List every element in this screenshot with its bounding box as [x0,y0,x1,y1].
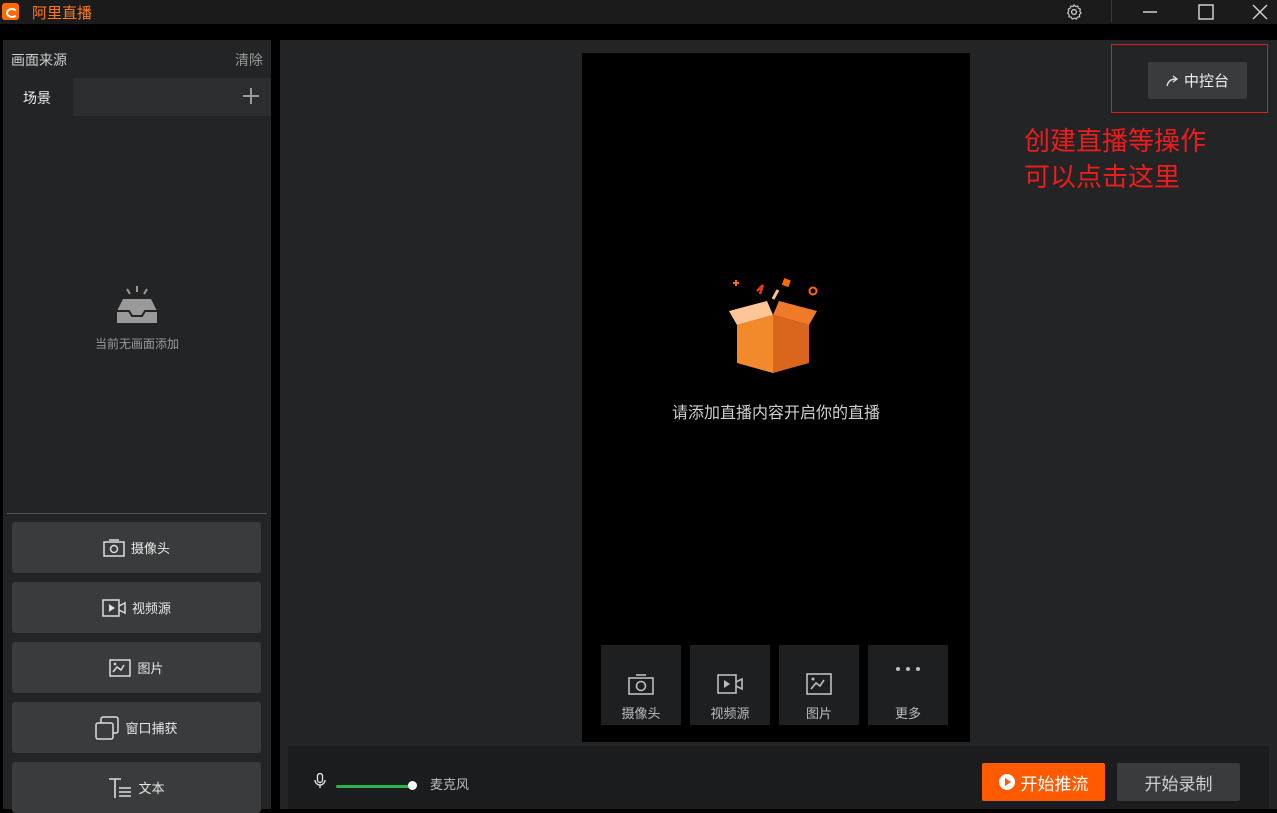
more-sources-label: 更多 [894,707,921,722]
camera-source-button[interactable]: 摄像头 [12,522,261,573]
window-capture-button[interactable]: 窗口捕获 [12,702,261,753]
minimize-icon [1143,11,1157,13]
video-source-icon [102,598,126,617]
empty-state: 当前无画面添加 [3,285,271,352]
image-icon [109,658,132,677]
gift-box-icon [729,278,818,373]
more-sources-button[interactable]: 更多 [868,645,948,725]
video-source-label: 视频源 [131,602,171,617]
live-preview: 请添加直播内容开启你的直播 摄像头 视频源 图片 更多 [582,53,970,742]
minimize-button[interactable] [1130,0,1170,24]
mic-volume-slider[interactable] [336,785,412,788]
bottom-control-bar: 麦克风 开始推流 开始录制 [288,746,1269,809]
preview-empty-state: 请添加直播内容开启你的直播 [582,275,970,423]
text-source-button[interactable]: 文本 [12,762,261,813]
settings-button[interactable] [1054,0,1094,24]
source-panel-header: 画面来源 清除 [3,40,271,78]
tab-scene[interactable]: 场景 [3,78,73,116]
mic-label: 麦克风 [430,778,470,793]
add-video-source-label: 视频源 [710,707,750,722]
empty-state-text: 当前无画面添加 [94,337,179,351]
gear-icon [1066,4,1082,20]
tab-scene-label: 场景 [23,91,51,107]
window-capture-icon [95,715,120,740]
window-capture-label: 窗口捕获 [125,722,178,737]
image-source-button[interactable]: 图片 [12,642,261,693]
annotation-text: 创建直播等操作 可以点击这里 [1024,124,1206,196]
close-button[interactable] [1240,0,1277,24]
source-panel-title: 画面来源 [11,53,67,69]
annotation-highlight-box [1111,44,1268,113]
play-icon [998,774,1015,790]
camera-source-label: 摄像头 [130,542,170,557]
mic-volume-handle[interactable] [408,781,417,790]
maximize-button[interactable] [1186,0,1226,24]
add-camera-label: 摄像头 [621,707,661,722]
add-camera-button[interactable]: 摄像头 [601,645,681,725]
text-icon [109,777,132,798]
app-title: 阿里直播 [32,4,93,22]
video-source-button[interactable]: 视频源 [12,582,261,633]
clear-button[interactable]: 清除 [235,50,263,70]
add-video-source-button[interactable]: 视频源 [690,645,770,725]
close-icon [1252,4,1268,20]
annotation-line-2: 可以点击这里 [1024,163,1181,193]
start-record-button[interactable]: 开始录制 [1117,763,1240,801]
empty-inbox-icon [117,286,157,323]
title-separator [1111,0,1112,22]
scene-tab-bar: 场景 [3,78,271,116]
video-source-icon [717,674,743,694]
start-record-label: 开始录制 [1144,774,1213,795]
more-icon [896,667,920,671]
source-panel: 画面来源 清除 场景 当前无画面添加 摄像头 视频源 图片 窗口捕获 文本 [3,40,271,813]
image-icon [806,673,832,695]
divider [7,513,267,514]
start-push-label: 开始推流 [1020,774,1089,795]
camera-icon [628,674,654,695]
add-image-button[interactable]: 图片 [779,645,859,725]
start-push-button[interactable]: 开始推流 [982,763,1105,801]
image-source-label: 图片 [137,662,164,677]
add-scene-button[interactable] [239,84,263,108]
microphone-icon[interactable] [314,773,326,789]
app-logo-icon [2,3,19,20]
camera-icon [103,538,125,557]
annotation-line-1: 创建直播等操作 [1024,127,1207,157]
main-area: 请添加直播内容开启你的直播 摄像头 视频源 图片 更多 中控台 创建直播等操作 … [280,40,1277,809]
title-bar: 阿里直播 [0,0,1277,24]
maximize-icon [1198,4,1214,20]
add-image-label: 图片 [805,707,832,722]
preview-empty-message: 请添加直播内容开启你的直播 [671,403,880,422]
text-source-label: 文本 [138,782,165,797]
